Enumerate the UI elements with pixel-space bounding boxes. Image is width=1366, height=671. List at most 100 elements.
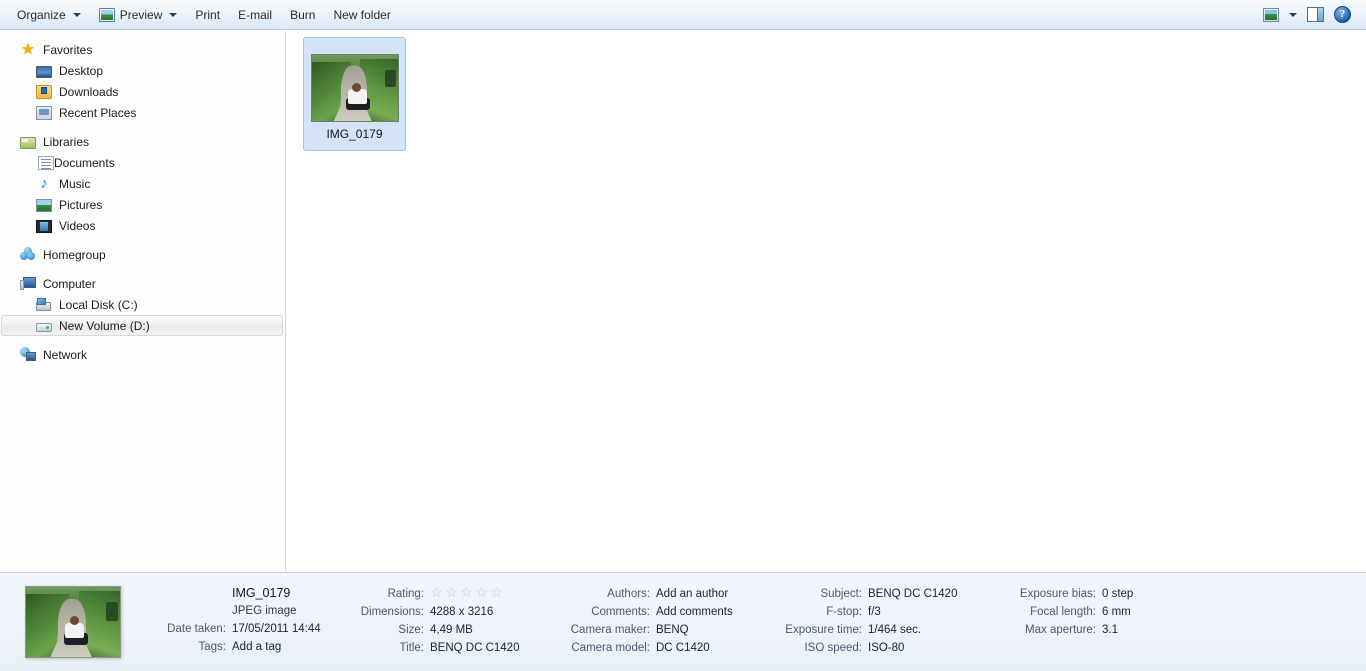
details-row: Exposure time: 1/464 sec. <box>780 621 957 639</box>
details-row: Dimensions: 4288 x 3216 <box>348 603 519 621</box>
file-list-view[interactable]: IMG_0179 <box>287 31 1366 571</box>
toolbar-burn-button[interactable]: Burn <box>281 4 324 26</box>
file-item-label: IMG_0179 <box>326 127 383 141</box>
details-value[interactable]: Add comments <box>656 603 733 621</box>
toolbar-help-button[interactable]: ? <box>1329 3 1356 27</box>
details-value: BENQ <box>656 624 689 636</box>
details-value: JPEG image <box>232 605 297 617</box>
sidebar-item-pictures[interactable]: Pictures <box>0 194 285 215</box>
sidebar-group-favorites: ★ Favorites Desktop Downloads Recent Places <box>0 39 285 123</box>
toolbar-print-label: Print <box>195 7 221 22</box>
details-value[interactable]: Add an author <box>656 585 728 603</box>
details-value: 17/05/2011 14:44 <box>232 623 321 635</box>
sidebar-item-libraries[interactable]: Libraries <box>0 131 285 152</box>
preview-pane-icon <box>1307 7 1324 22</box>
toolbar-preview-button[interactable]: Preview <box>90 4 187 26</box>
drive-icon <box>36 323 52 332</box>
details-key: Subject: <box>820 588 862 600</box>
help-icon: ? <box>1334 6 1351 23</box>
sidebar-item-new-volume-d[interactable]: New Volume (D:) <box>1 315 283 336</box>
sidebar-item-label: New Volume (D:) <box>59 318 150 333</box>
toolbar-organize-label: Organize <box>17 7 66 22</box>
details-value[interactable]: Add a tag <box>232 638 281 656</box>
star-icon: ★ <box>21 40 35 58</box>
navigation-pane[interactable]: ★ Favorites Desktop Downloads Recent Places L… <box>0 31 286 571</box>
sidebar-item-documents[interactable]: Documents <box>0 152 285 173</box>
sidebar-item-label: Downloads <box>59 84 119 99</box>
details-key: Dimensions: <box>360 606 424 618</box>
details-row: F-stop: f/3 <box>780 603 957 621</box>
sidebar-item-homegroup[interactable]: Homegroup <box>0 244 285 265</box>
thumb-person-head <box>351 82 361 92</box>
sidebar-item-recent-places[interactable]: Recent Places <box>0 102 285 123</box>
toolbar-preview-label: Preview <box>119 7 163 22</box>
toolbar-organize-button[interactable]: Organize <box>8 4 90 26</box>
rating-star-4-icon[interactable]: ☆ <box>475 585 488 599</box>
rating-star-3-icon[interactable]: ☆ <box>460 585 473 599</box>
details-row: Size: 4,49 MB <box>348 621 519 639</box>
sidebar-item-label: Libraries <box>43 134 90 149</box>
details-row: ISO speed: ISO-80 <box>780 639 957 657</box>
sidebar-item-favorites[interactable]: ★ Favorites <box>0 39 285 60</box>
details-preview-thumbnail <box>25 586 121 658</box>
details-row: Exposure bias: 0 step <box>1010 585 1133 603</box>
rating-star-5-icon[interactable]: ☆ <box>490 585 503 599</box>
details-value: 0 step <box>1102 588 1134 600</box>
details-row: Camera model: DC C1420 <box>560 639 733 657</box>
sidebar-item-label: Pictures <box>59 197 103 212</box>
details-row: Focal length: 6 mm <box>1010 603 1133 621</box>
sidebar-item-videos[interactable]: Videos <box>0 215 285 236</box>
sidebar-item-network[interactable]: Network <box>0 344 285 365</box>
details-key: Exposure time: <box>785 624 862 636</box>
sidebar-item-music[interactable]: ♪ Music <box>0 173 285 194</box>
details-column-b: Authors: Add an author Comments: Add commen… <box>560 585 733 657</box>
view-mode-icon <box>1263 7 1279 22</box>
toolbar-preview-pane-button[interactable] <box>1302 3 1329 27</box>
details-row: Tags: Add a tag <box>146 638 321 656</box>
toolbar: Organize Preview Print E-mail Burn New folder… <box>0 0 1366 30</box>
recent-places-icon <box>36 106 52 120</box>
preview-person-body <box>65 623 85 639</box>
video-icon <box>36 220 52 233</box>
details-key: Rating: <box>387 588 424 600</box>
details-value: BENQ DC C1420 <box>868 588 958 600</box>
sidebar-item-label: Network <box>43 347 88 362</box>
details-row: JPEG image <box>146 602 321 620</box>
toolbar-change-view-caret-button[interactable] <box>1284 3 1302 27</box>
details-row: Subject: BENQ DC C1420 <box>780 585 957 603</box>
sidebar-item-computer[interactable]: Computer <box>0 273 285 294</box>
chevron-down-icon <box>169 12 178 17</box>
rating-star-1-icon[interactable]: ☆ <box>430 585 443 599</box>
toolbar-change-view-button[interactable] <box>1258 3 1284 27</box>
sidebar-item-label: Documents <box>54 155 115 170</box>
sidebar-item-desktop[interactable]: Desktop <box>0 60 285 81</box>
sidebar-item-local-disk-c[interactable]: Local Disk (C:) <box>0 294 285 315</box>
sidebar-group-homegroup: Homegroup <box>0 244 285 265</box>
downloads-icon <box>36 85 52 99</box>
toolbar-right-group: ? <box>1258 0 1366 29</box>
details-key: Max aperture: <box>1025 624 1096 636</box>
sidebar-item-downloads[interactable]: Downloads <box>0 81 285 102</box>
sidebar-group-libraries: Libraries Documents ♪ Music Pictures Videos <box>0 131 285 236</box>
chevron-down-icon <box>1289 12 1297 17</box>
toolbar-email-button[interactable]: E-mail <box>229 4 281 26</box>
toolbar-burn-label: Burn <box>290 7 316 22</box>
explorer-window: Organize Preview Print E-mail Burn New folder… <box>0 0 1366 671</box>
details-value: 4,49 MB <box>430 624 473 636</box>
document-icon <box>38 156 54 170</box>
library-folder-icon <box>20 136 36 149</box>
network-icon <box>20 347 36 362</box>
rating-star-2-icon[interactable]: ☆ <box>445 585 458 599</box>
details-row: Max aperture: 3.1 <box>1010 621 1133 639</box>
details-key: Size: <box>398 624 424 636</box>
file-item-img-0179[interactable]: IMG_0179 <box>303 37 406 151</box>
details-key: Camera maker: <box>570 624 650 636</box>
desktop-icon <box>36 65 52 78</box>
sidebar-item-label: Recent Places <box>59 105 137 120</box>
toolbar-new-folder-button[interactable]: New folder <box>324 4 399 26</box>
rating-stars[interactable]: ☆ ☆ ☆ ☆ ☆ <box>430 585 503 599</box>
toolbar-print-button[interactable]: Print <box>186 4 229 26</box>
details-key: F-stop: <box>826 606 862 618</box>
details-value: BENQ DC C1420 <box>430 642 520 654</box>
details-value: IMG_0179 <box>232 586 291 600</box>
